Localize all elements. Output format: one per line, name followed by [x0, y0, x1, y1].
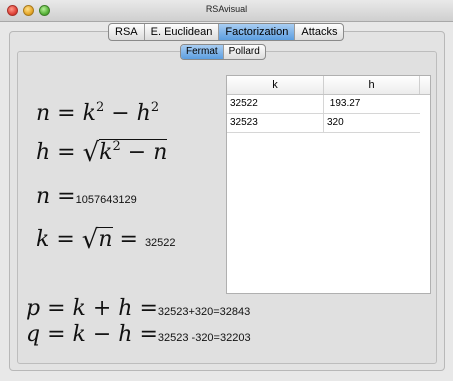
table-row[interactable]: 32522 193.27 — [227, 95, 420, 114]
table-row[interactable]: 32523 320 — [227, 114, 420, 133]
cell-h: 320 — [327, 117, 344, 128]
cell-h: 193.27 — [327, 98, 361, 109]
formula-p: p = k + h =32523+320=32843 — [26, 296, 251, 321]
table-header: k h — [227, 76, 430, 95]
header-spacer — [420, 76, 430, 94]
app-window: RSAvisual RSA E. Euclidean Factorization… — [0, 0, 453, 381]
sub-tab-bar: Fermat Pollard — [180, 44, 266, 60]
fermat-table[interactable]: k h 32522 193.27 32523 320 — [226, 75, 431, 294]
formula-q: q = k − h =32523 -320=32203 — [26, 322, 251, 347]
k-value: 32522 — [144, 237, 176, 249]
p-value: 32523+320=32843 — [157, 306, 251, 318]
tab-fermat[interactable]: Fermat — [181, 45, 224, 59]
tab-factorization[interactable]: Factorization — [219, 24, 296, 40]
formula-n-value: n =1057643129 — [36, 184, 137, 209]
tab-attacks[interactable]: Attacks — [295, 24, 343, 40]
formula-k-value: k = √n = 32522 — [36, 225, 176, 255]
n-value: 1057643129 — [75, 194, 137, 206]
q-value: 32523 -320=32203 — [157, 332, 251, 344]
formula-h-definition: h = √k2 − n — [36, 138, 168, 168]
cell-k: 32523 — [227, 114, 324, 132]
tab-e-euclidean[interactable]: E. Euclidean — [145, 24, 220, 40]
cell-k: 32522 — [227, 95, 324, 113]
column-header-k[interactable]: k — [227, 76, 324, 94]
formula-n-definition: n = k2 − h2 — [36, 100, 160, 126]
window-title: RSAvisual — [205, 4, 248, 14]
column-header-h[interactable]: h — [324, 76, 420, 94]
tab-rsa[interactable]: RSA — [109, 24, 145, 40]
main-tab-bar: RSA E. Euclidean Factorization Attacks — [108, 23, 345, 41]
tab-pollard[interactable]: Pollard — [224, 45, 265, 59]
title-bar[interactable]: RSAvisual — [0, 0, 453, 22]
